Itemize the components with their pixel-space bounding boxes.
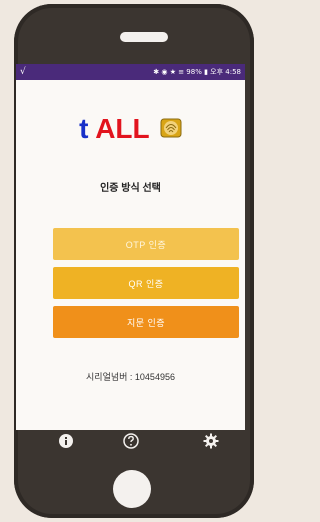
- home-button[interactable]: [113, 470, 151, 508]
- status-bar: √ ✱ ◉ ★ ≡ 98% ▮ 오후 4:58: [16, 64, 245, 80]
- logo-t: t: [79, 113, 89, 144]
- bottom-icon-row: [16, 432, 245, 454]
- status-right-text: ✱ ◉ ★ ≡ 98% ▮ 오후 4:58: [153, 68, 241, 76]
- app-logo: t ALL: [16, 114, 245, 144]
- auth-method-title: 인증 방식 선택: [100, 183, 161, 194]
- fingerprint-auth-button[interactable]: 지문 인증: [53, 306, 239, 338]
- serial-number: 시리얼넘버 : 10454956: [86, 372, 175, 382]
- otp-auth-button[interactable]: OTP 인증: [53, 228, 239, 260]
- status-left-glyph: √: [20, 67, 26, 77]
- logo-all: ALL: [95, 113, 150, 144]
- fingerprint-badge-icon: [160, 118, 182, 138]
- settings-gear-icon[interactable]: [202, 432, 220, 450]
- info-icon[interactable]: [57, 432, 75, 450]
- help-icon[interactable]: [122, 432, 140, 450]
- app-screen: √ ✱ ◉ ★ ≡ 98% ▮ 오후 4:58 t ALL 인증 방식 선택 O…: [16, 64, 245, 430]
- qr-auth-button[interactable]: QR 인증: [53, 267, 239, 299]
- phone-speaker: [120, 32, 168, 42]
